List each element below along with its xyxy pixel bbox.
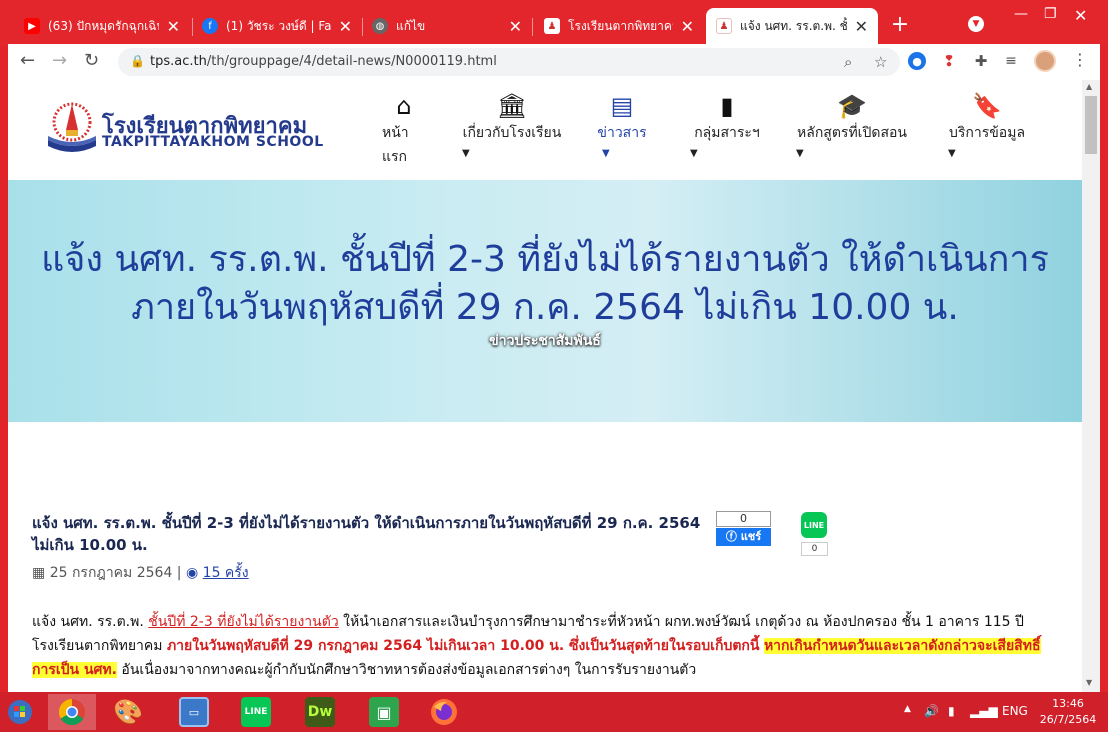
paint-icon: 🎨 <box>113 698 143 726</box>
site-header: โรงเรียนตากพิทยาคม TAKPITTAYAKHOM SCHOOL… <box>8 80 1082 180</box>
page-scrollbar[interactable]: ▲ ▼ <box>1082 80 1100 692</box>
hero-title: แจ้ง นศท. รร.ต.พ. ชั้นปีที่ 2-3 ที่ยังไม… <box>41 239 1049 328</box>
tab-facebook[interactable]: f (1) วัชระ วงษ์ดี | Faceb ✕ <box>192 8 362 44</box>
taskbar-firefox[interactable] <box>420 694 468 730</box>
book-icon: ▮ <box>720 92 734 120</box>
bookmark-star-icon[interactable]: ☆ <box>874 53 887 71</box>
extension-blue-icon[interactable]: ● <box>908 52 926 70</box>
page-viewport: โรงเรียนตากพิทยาคม TAKPITTAYAKHOM SCHOOL… <box>8 80 1082 692</box>
close-icon[interactable]: ✕ <box>681 17 694 36</box>
scroll-up-icon[interactable]: ▲ <box>1086 82 1092 91</box>
close-window-button[interactable]: ✕ <box>1074 6 1087 25</box>
school-icon: ♟ <box>544 18 560 34</box>
school-icon: ♟ <box>716 18 732 34</box>
tab-separator <box>532 18 533 36</box>
graduation-cap-icon: 🎓 <box>837 92 867 120</box>
facebook-icon: ⓕ <box>725 530 737 543</box>
taskbar-chrome[interactable] <box>48 694 96 730</box>
youtube-icon: ▶ <box>24 18 40 34</box>
facebook-share-count: 0 <box>716 511 771 527</box>
newspaper-icon: ▤ <box>610 92 634 120</box>
tab-youtube[interactable]: ▶ (63) ปักหมุดรักฉุกเฉิน | ✕ <box>14 8 190 44</box>
article-title: แจ้ง นศท. รร.ต.พ. ชั้นปีที่ 2-3 ที่ยังไม… <box>32 514 701 554</box>
facebook-icon: f <box>202 18 218 34</box>
profile-avatar[interactable] <box>1034 50 1056 72</box>
scroll-down-icon[interactable]: ▼ <box>1086 678 1092 687</box>
hero-category: ข่าวประชาสัมพันธ์ <box>489 333 601 349</box>
article-body: แจ้ง นศท. รร.ต.พ. ชั้นปีที่ 2-3 ที่ยังไม… <box>32 614 1041 678</box>
institution-icon: 🏛 <box>496 92 528 120</box>
maximize-button[interactable]: ❐ <box>1044 6 1057 22</box>
nav-about[interactable]: 🏛 เกี่ยวกับโรงเรียน ▼ <box>456 92 568 159</box>
close-icon[interactable]: ✕ <box>855 17 868 36</box>
windows-start-icon <box>8 700 32 724</box>
bookmark-icon: 🔖 <box>972 92 1002 120</box>
taskbar-image-editor[interactable]: ▣ <box>360 694 408 730</box>
calendar-icon: ▦ <box>32 565 46 581</box>
taskbar-photos[interactable]: ▭ <box>170 694 218 730</box>
volume-icon[interactable]: 🔊 <box>924 704 939 718</box>
close-icon[interactable]: ✕ <box>167 17 180 36</box>
eye-icon: ◉ <box>185 565 199 581</box>
back-icon[interactable]: ← <box>20 50 35 71</box>
nav-curriculum[interactable]: 🎓 หลักสูตรที่เปิดสอน ▼ <box>790 92 914 159</box>
media-queue-icon[interactable]: ≡ <box>1002 52 1020 70</box>
menu-kebab-icon[interactable]: ⋮ <box>1072 50 1088 69</box>
taskbar-dreamweaver[interactable]: Dw <box>296 694 344 730</box>
image-editor-icon: ▣ <box>369 697 399 727</box>
nav-news[interactable]: ▤ ข่าวสาร ▼ <box>592 92 652 159</box>
browser-toolbar: ← → ↻ 🔒 tps.ac.th/th/grouppage/4/detail-… <box>8 44 1100 80</box>
logo-english-name[interactable]: TAKPITTAYAKHOM SCHOOL <box>102 134 324 150</box>
nav-departments[interactable]: ▮ กลุ่มสาระฯ ▼ <box>684 92 770 159</box>
line-app-icon: LINE <box>241 697 271 727</box>
hero-banner: แจ้ง นศท. รร.ต.พ. ชั้นปีที่ 2-3 ที่ยังไม… <box>8 180 1082 422</box>
forward-icon[interactable]: → <box>52 50 67 71</box>
chevron-down-icon: ▼ <box>602 148 610 159</box>
system-clock[interactable]: 13:46 26/7/2564 <box>1038 696 1098 728</box>
nav-home[interactable]: ⌂ หน้า แรก <box>382 92 430 170</box>
taskbar-line[interactable]: LINE <box>232 694 280 730</box>
minimize-button[interactable]: — <box>1014 6 1028 22</box>
network-icon[interactable]: ▮ <box>948 704 955 718</box>
close-icon[interactable]: ✕ <box>339 17 352 36</box>
nav-services[interactable]: 🔖 บริการข้อมูล ▼ <box>942 92 1032 159</box>
tab-current-news[interactable]: ♟ แจ้ง นศท. รร.ต.พ. ชั้นปีที่ ✕ <box>706 8 878 44</box>
start-button[interactable] <box>0 694 40 730</box>
chrome-icon <box>58 698 85 726</box>
tab-search-icon[interactable]: ▼ <box>968 16 984 32</box>
line-share-button[interactable]: LINE <box>801 512 827 538</box>
dreamweaver-icon: Dw <box>305 697 335 727</box>
article-meta: ▦ 25 กรกฎาคม 2564 | ◉ 15 ครั้ง <box>32 565 249 581</box>
line-share-count: 0 <box>801 542 828 556</box>
tab-bar: ▶ (63) ปักหมุดรักฉุกเฉิน | ✕ f (1) วัชระ… <box>0 0 1108 46</box>
scrollbar-thumb[interactable] <box>1085 96 1097 154</box>
signal-icon[interactable]: ▂▄▆ <box>970 704 998 718</box>
facebook-share-button[interactable]: ⓕ แชร์ <box>716 528 771 546</box>
tab-edit[interactable]: ◍ แก้ไข ✕ <box>362 8 532 44</box>
school-logo[interactable] <box>44 100 100 156</box>
tray-overflow-icon[interactable]: ▲ <box>904 704 911 714</box>
home-icon: ⌂ <box>396 92 412 120</box>
new-tab-button[interactable]: + <box>888 12 912 37</box>
url-text[interactable]: tps.ac.th/th/grouppage/4/detail-news/N00… <box>150 54 497 69</box>
chevron-down-icon: ▼ <box>796 148 804 159</box>
tab-school-home[interactable]: ♟ โรงเรียนตากพิทยาคม ✕ <box>534 8 704 44</box>
globe-icon: ◍ <box>372 18 388 34</box>
chevron-down-icon: ▼ <box>690 148 698 159</box>
extensions-puzzle-icon[interactable]: ✚ <box>972 52 990 70</box>
lock-icon[interactable]: 🔒 <box>130 54 145 68</box>
zoom-icon[interactable]: ⌕ <box>844 53 852 71</box>
chevron-down-icon: ▼ <box>948 148 956 159</box>
reload-icon[interactable]: ↻ <box>84 50 99 71</box>
view-count[interactable]: 15 ครั้ง <box>203 565 249 581</box>
chevron-down-icon: ▼ <box>462 148 470 159</box>
firefox-icon <box>431 699 457 725</box>
address-bar[interactable]: 🔒 tps.ac.th/th/grouppage/4/detail-news/N… <box>118 48 900 76</box>
windows-taskbar: 🎨 ▭ LINE Dw ▣ ▲ 🔊 ▮ ▂▄▆ ENG 13:46 26/7/2… <box>0 692 1108 732</box>
language-indicator[interactable]: ENG <box>1002 704 1028 718</box>
extension-pin-icon[interactable]: ❢ <box>940 52 958 70</box>
close-icon[interactable]: ✕ <box>509 17 522 36</box>
photos-icon: ▭ <box>179 697 209 727</box>
taskbar-paint[interactable]: 🎨 <box>104 694 152 730</box>
